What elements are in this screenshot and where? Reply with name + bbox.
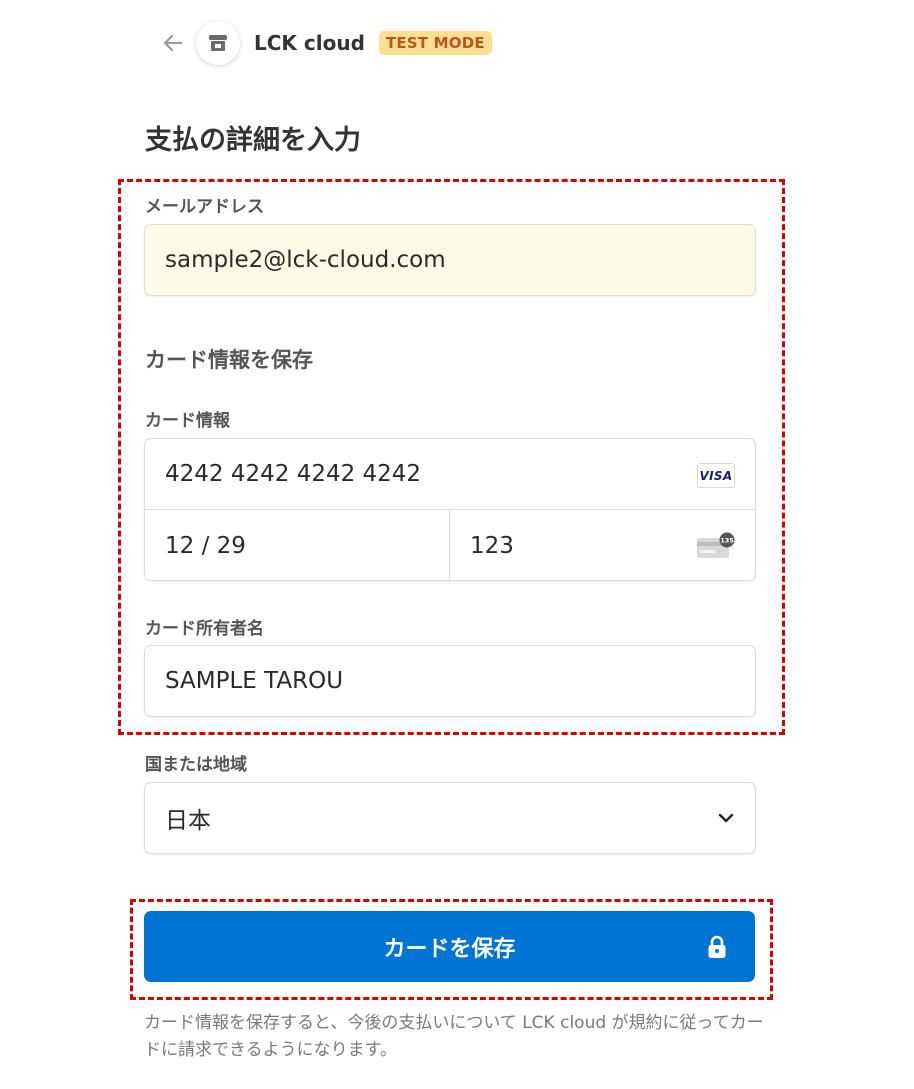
lock-icon (708, 935, 726, 958)
email-field[interactable]: sample2@lck-cloud.com (144, 224, 756, 296)
save-card-label: カードを保存 (383, 936, 516, 962)
arrow-left-icon (163, 34, 183, 52)
card-section-title: カード情報を保存 (145, 348, 313, 372)
save-card-button[interactable]: カードを保存 (144, 911, 755, 982)
card-info-group: 4242 4242 4242 4242 VISA 12 / 29 123 135 (144, 438, 756, 581)
cardholder-name-value: SAMPLE TAROU (165, 668, 344, 694)
card-number-field[interactable]: 4242 4242 4242 4242 VISA (145, 439, 755, 510)
card-info-label: カード情報 (145, 411, 230, 431)
page-title: 支払の詳細を入力 (145, 125, 361, 156)
store-icon (209, 35, 227, 51)
test-mode-badge: TEST MODE (378, 31, 492, 55)
card-expiry-field[interactable]: 12 / 29 (145, 510, 450, 581)
chevron-down-icon (718, 813, 734, 823)
country-select[interactable]: 日本 (144, 782, 756, 854)
visa-icon: VISA (697, 463, 735, 488)
brand-name: LCK cloud (254, 31, 365, 55)
store-logo (196, 21, 240, 65)
cardholder-name-field[interactable]: SAMPLE TAROU (144, 645, 756, 717)
cardholder-label: カード所有者名 (145, 619, 264, 639)
back-button[interactable] (160, 30, 186, 56)
email-label: メールアドレス (145, 197, 264, 217)
card-cvc-value: 123 (470, 532, 514, 559)
card-cvc-field[interactable]: 123 135 (450, 510, 756, 581)
card-expiry-value: 12 / 29 (165, 532, 246, 559)
country-label: 国または地域 (145, 755, 247, 775)
cvc-icon-digits: 135 (720, 537, 734, 545)
cvc-card-icon: 135 (697, 532, 735, 558)
country-selected-value: 日本 (165, 808, 211, 834)
save-card-disclaimer: カード情報を保存すると、今後の支払いについて LCK cloud が規約に従って… (144, 1013, 764, 1060)
card-number-value: 4242 4242 4242 4242 (165, 461, 422, 487)
header: LCK cloud TEST MODE (160, 20, 492, 66)
email-value: sample2@lck-cloud.com (165, 247, 446, 273)
